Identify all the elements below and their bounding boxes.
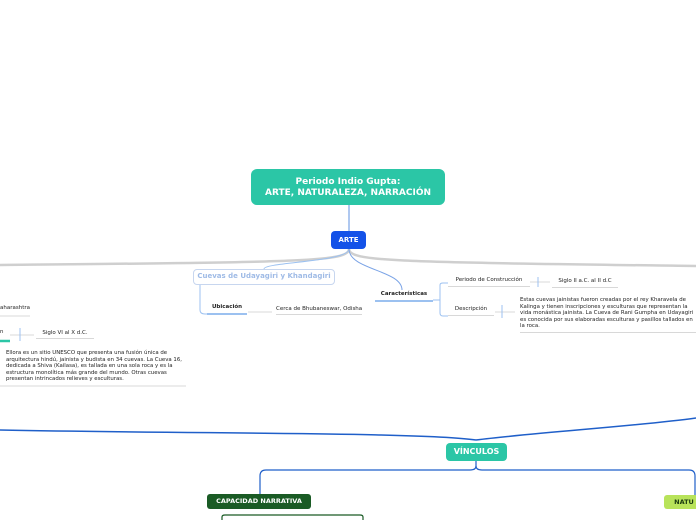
ubicacion-topic[interactable]: Ubicación — [207, 304, 247, 315]
ellora-location-fragment[interactable]: aharashtra — [0, 305, 30, 311]
descripcion-text[interactable]: Estas cuevas jainistas fueron creadas po… — [520, 297, 696, 333]
periodo-construccion-topic[interactable]: Periodo de Construcción — [448, 277, 530, 287]
capacidad-narrativa-topic[interactable]: CAPACIDAD NARRATIVA — [207, 494, 311, 509]
vinculos-topic[interactable]: VÍNCULOS — [446, 443, 507, 461]
root-topic[interactable]: Periodo Indio Gupta: ARTE, NATURALEZA, N… — [251, 169, 445, 205]
ellora-period-label-fragment[interactable]: n — [0, 329, 4, 335]
arte-topic[interactable]: ARTE — [331, 231, 366, 249]
ellora-period-value[interactable]: Siglo VI al X d.C. — [36, 330, 94, 339]
naturaleza-topic[interactable]: NATU — [664, 495, 696, 509]
connector-lines — [0, 205, 696, 520]
caracteristicas-topic[interactable]: Características — [375, 291, 433, 302]
root-title-line1: Periodo Indio Gupta: — [295, 177, 401, 187]
descripcion-topic[interactable]: Descripción — [448, 306, 494, 316]
ubicacion-value[interactable]: Cerca de Bhubaneswar, Odisha — [276, 306, 363, 315]
cuevas-udayagiri-topic[interactable]: Cuevas de Udayagiri y Khandagiri — [193, 269, 335, 285]
ellora-description[interactable]: Ellora es un sitio UNESCO que presenta u… — [6, 350, 184, 383]
periodo-value[interactable]: Siglo II a.C. al II d.C — [552, 278, 618, 288]
root-title-line2: ARTE, NATURALEZA, NARRACIÓN — [264, 188, 432, 198]
